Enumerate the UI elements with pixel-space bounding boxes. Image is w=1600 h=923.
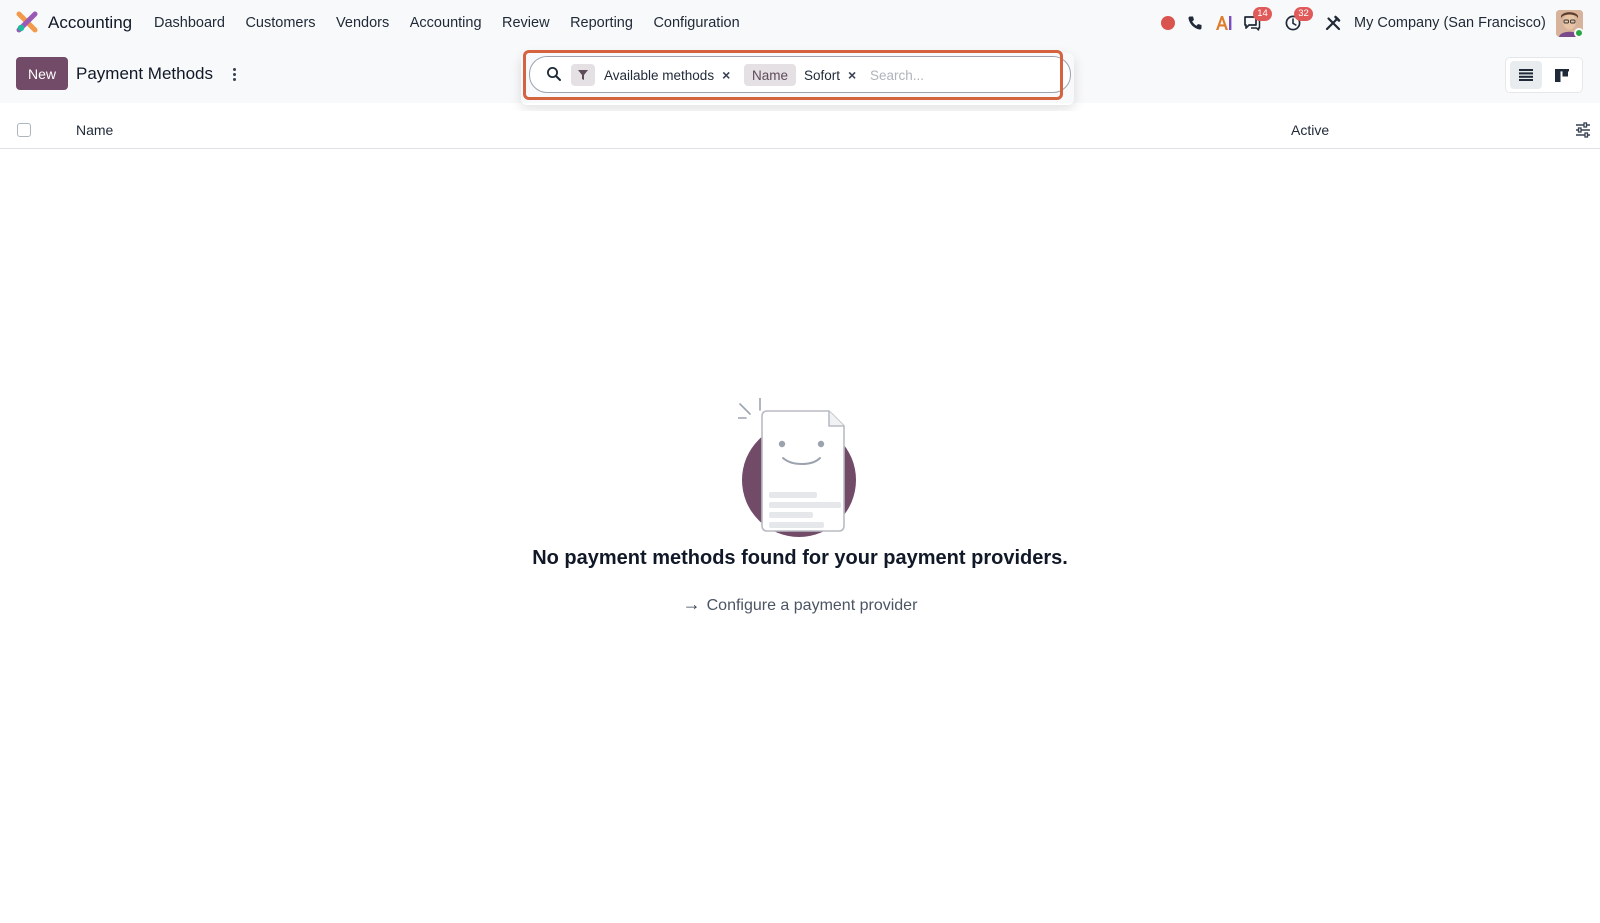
menu-item-vendors[interactable]: Vendors <box>336 15 389 31</box>
actions-kebab-icon[interactable] <box>228 63 240 85</box>
view-switcher <box>1505 57 1583 93</box>
empty-state-title: No payment methods found for your paymen… <box>532 547 1068 569</box>
kanban-view-button[interactable] <box>1546 61 1578 89</box>
menu-item-dashboard[interactable]: Dashboard <box>154 15 225 31</box>
activities-clock-icon[interactable]: 32 <box>1283 7 1313 33</box>
messages-icon[interactable]: 14 <box>1242 7 1272 33</box>
record-icon[interactable] <box>1158 13 1178 33</box>
online-status-dot <box>1574 28 1584 38</box>
arrow-right-icon: → <box>682 594 701 614</box>
list-view-icon <box>1519 69 1533 81</box>
menu-item-customers[interactable]: Customers <box>245 15 315 31</box>
menu-item-reporting[interactable]: Reporting <box>570 15 633 31</box>
configure-provider-label: Configure a payment provider <box>706 597 918 614</box>
kanban-view-icon <box>1555 68 1569 82</box>
select-all-checkbox[interactable] <box>17 123 31 137</box>
configure-provider-link[interactable]: → Configure a payment provider <box>0 594 1600 615</box>
messages-count-badge: 14 <box>1253 7 1272 21</box>
column-header-active[interactable]: Active <box>1291 122 1329 138</box>
menu-item-accounting[interactable]: Accounting <box>410 15 482 31</box>
column-header-name[interactable]: Name <box>76 122 113 138</box>
search-highlight-box <box>523 50 1063 100</box>
activities-count-badge: 32 <box>1294 7 1313 21</box>
phone-icon[interactable] <box>1185 13 1205 33</box>
menu-item-review[interactable]: Review <box>502 15 550 31</box>
top-navbar: Accounting Dashboard Customers Vendors A… <box>0 0 1600 47</box>
list-header: Name Active <box>0 111 1600 149</box>
new-button[interactable]: New <box>16 57 68 90</box>
main-menu: Dashboard Customers Vendors Accounting R… <box>154 15 760 31</box>
company-switcher[interactable]: My Company (San Francisco) <box>1354 15 1546 31</box>
page-title: Payment Methods <box>76 64 214 83</box>
menu-item-configuration[interactable]: Configuration <box>653 15 739 31</box>
app-name[interactable]: Accounting <box>48 13 132 33</box>
ai-icon[interactable] <box>1214 13 1234 33</box>
empty-document-illustration <box>738 398 856 537</box>
tools-icon[interactable] <box>1323 13 1343 33</box>
accounting-app-icon[interactable] <box>16 11 38 33</box>
optional-columns-icon[interactable] <box>1575 122 1591 138</box>
list-view-button[interactable] <box>1510 61 1542 89</box>
